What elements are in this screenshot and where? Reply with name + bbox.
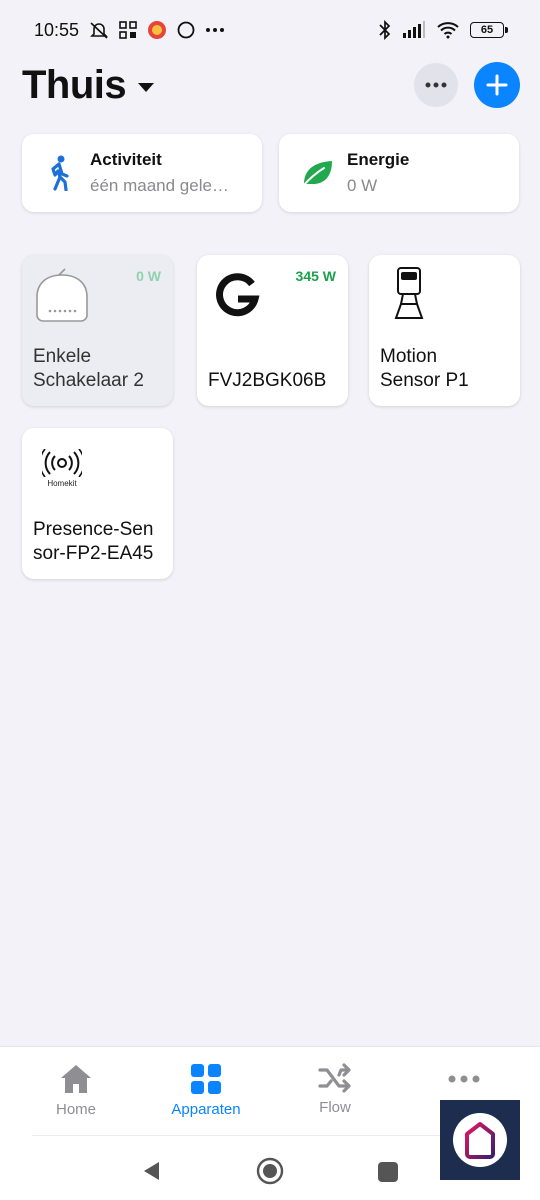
bluetooth-icon [378,20,392,40]
activity-card[interactable]: Activiteit één maand gele… [22,134,262,212]
apps-grid-icon [119,21,137,39]
leaf-icon [297,153,337,193]
walking-person-icon [40,153,80,193]
energy-value: 0 W [347,176,378,195]
home-circle-icon[interactable] [256,1157,284,1185]
recents-icon[interactable] [377,1161,399,1183]
device-name-line1: FVJ2BGK06B [208,370,327,391]
energy-card[interactable]: Energie 0 W [279,134,519,212]
device-power: 0 W [136,268,161,284]
house-logo-icon [465,1122,495,1159]
mute-icon [89,20,109,40]
device-name-line1: Enkele [33,346,92,367]
device-name-line1: Presence-Sen [33,519,154,540]
activity-title: Activiteit [90,150,162,169]
ellipsis-icon [425,82,447,88]
device-name: Enkele Schakelaar 2 [33,345,165,393]
google-g-icon [207,265,267,325]
divider [32,1135,508,1136]
signal-icon [402,21,426,39]
tab-apparaten[interactable]: Apparaten [151,1063,261,1118]
device-name: Motion Sensor P1 [380,345,512,393]
switch-module-icon [32,265,92,325]
dropdown-caret-icon[interactable] [138,82,155,92]
device-tile[interactable]: Motion Sensor P1 [369,255,520,406]
shuffle-icon [318,1063,351,1093]
tab-more[interactable] [409,1075,519,1083]
device-name-line2: Sensor P1 [380,370,469,391]
grid-icon [191,1064,221,1094]
homekit-label: Homekit [47,478,77,488]
plus-icon [486,74,508,96]
status-time: 10:55 [34,19,80,40]
device-name-line2: sor-FP2-EA45 [33,543,154,564]
motion-sensor-icon [379,265,439,325]
home-title[interactable]: Thuis [22,63,127,108]
app-logo-overlay [440,1100,520,1180]
device-tile[interactable]: 0 W Enkele Schakelaar 2 [22,255,173,406]
wifi-icon [436,21,460,39]
energy-title: Energie [347,150,410,169]
device-name: Presence-Sen sor-FP2-EA45 [33,518,165,566]
tab-label: Home [55,1101,96,1118]
device-name: FVJ2BGK06B [208,369,340,393]
activity-subtitle: één maand gele… [90,176,229,195]
tab-flow[interactable]: Flow [280,1063,390,1116]
homekit-icon: Homekit [32,438,92,498]
house-icon [61,1065,91,1093]
device-tile[interactable]: Homekit Presence-Sen sor-FP2-EA45 [22,428,173,579]
device-name-line2: Schakelaar 2 [33,370,144,391]
more-options-button[interactable] [414,63,458,107]
more-icon [205,27,225,33]
device-power: 345 W [295,268,336,284]
tab-label: Flow [319,1099,351,1116]
more-dots-icon [448,1075,480,1083]
device-tile[interactable]: 345 W FVJ2BGK06B [197,255,348,406]
notification-badge-icon [147,20,167,40]
header: Thuis [22,62,520,108]
add-button[interactable] [474,62,520,108]
status-bar: 10:55 65 [0,0,540,60]
circle-icon [177,21,195,39]
battery-icon: 65 [470,22,508,38]
back-icon[interactable] [141,1160,161,1182]
tab-home[interactable]: Home [21,1063,131,1118]
device-name-line1: Motion [380,346,438,367]
tab-label: Apparaten [171,1101,241,1118]
